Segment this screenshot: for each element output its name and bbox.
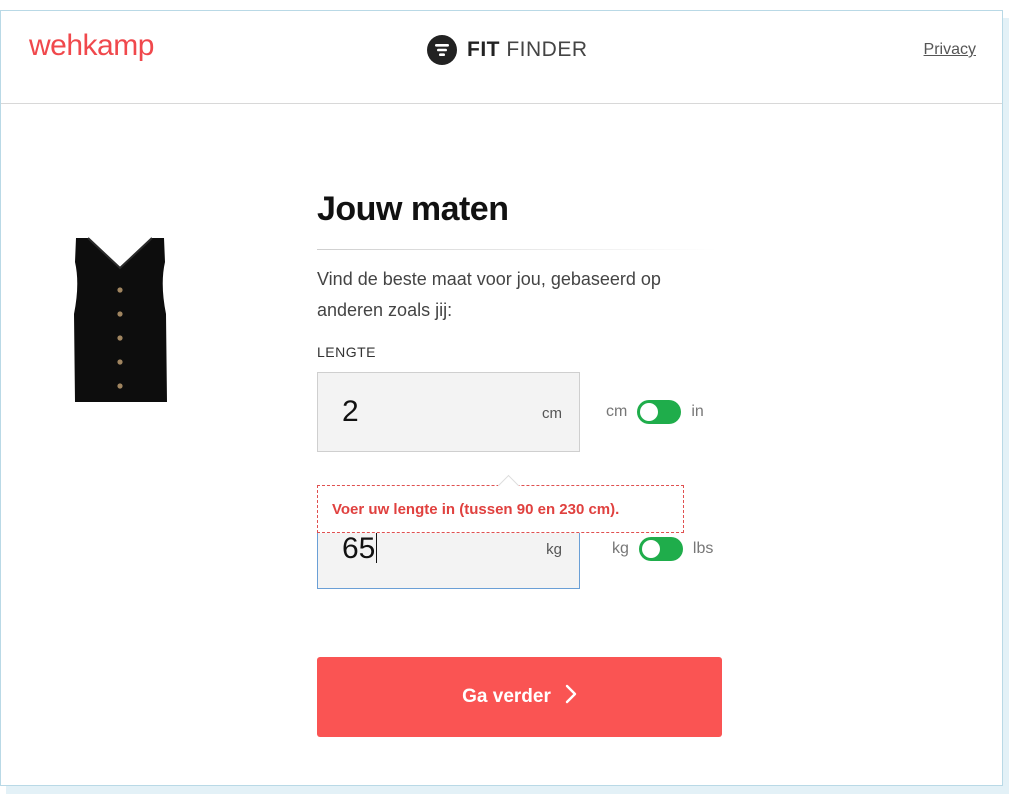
fit-finder-icon [427,35,457,65]
height-label: LENGTE [317,344,377,360]
divider [317,249,717,250]
continue-button-label: Ga verder [462,686,551,707]
height-row: 2 cm cm in [317,372,727,452]
product-image [70,234,170,404]
height-unit-toggle[interactable] [637,400,682,424]
weight-value: 65 [342,531,378,565]
wehkamp-logo: wehkamp [29,29,154,62]
height-value: 2 [342,395,359,428]
height-error-tooltip: Voer uw lengte in (tussen 90 en 230 cm). [317,485,684,533]
height-toggle-left-label: cm [606,403,628,420]
page-title: Jouw maten [317,190,509,228]
text-caret [376,531,378,563]
height-toggle-right-label: in [691,403,704,420]
fit-finder-brand: FIT FINDER [427,35,588,65]
form-description: Vind de beste maat voor jou, gebaseerd o… [317,269,661,320]
header: wehkamp FIT FINDER Privacy [1,11,1002,104]
continue-button[interactable]: Ga verder [317,657,722,737]
toggle-knob [641,540,660,558]
weight-unit-toggle[interactable] [638,537,683,561]
weight-unit-toggle-group: kg lbs [612,537,713,561]
height-unit-toggle-group: cm in [606,400,704,424]
privacy-link[interactable]: Privacy [924,41,976,59]
weight-unit: kg [546,541,562,558]
height-unit: cm [542,405,562,422]
chevron-right-icon [565,684,577,710]
height-input[interactable]: 2 cm [317,372,580,452]
error-message: Voer uw lengte in (tussen 90 en 230 cm). [332,501,620,518]
weight-toggle-left-label: kg [612,540,629,557]
weight-toggle-right-label: lbs [692,540,714,557]
fit-finder-title: FIT FINDER [467,38,588,61]
toggle-knob [640,403,659,421]
